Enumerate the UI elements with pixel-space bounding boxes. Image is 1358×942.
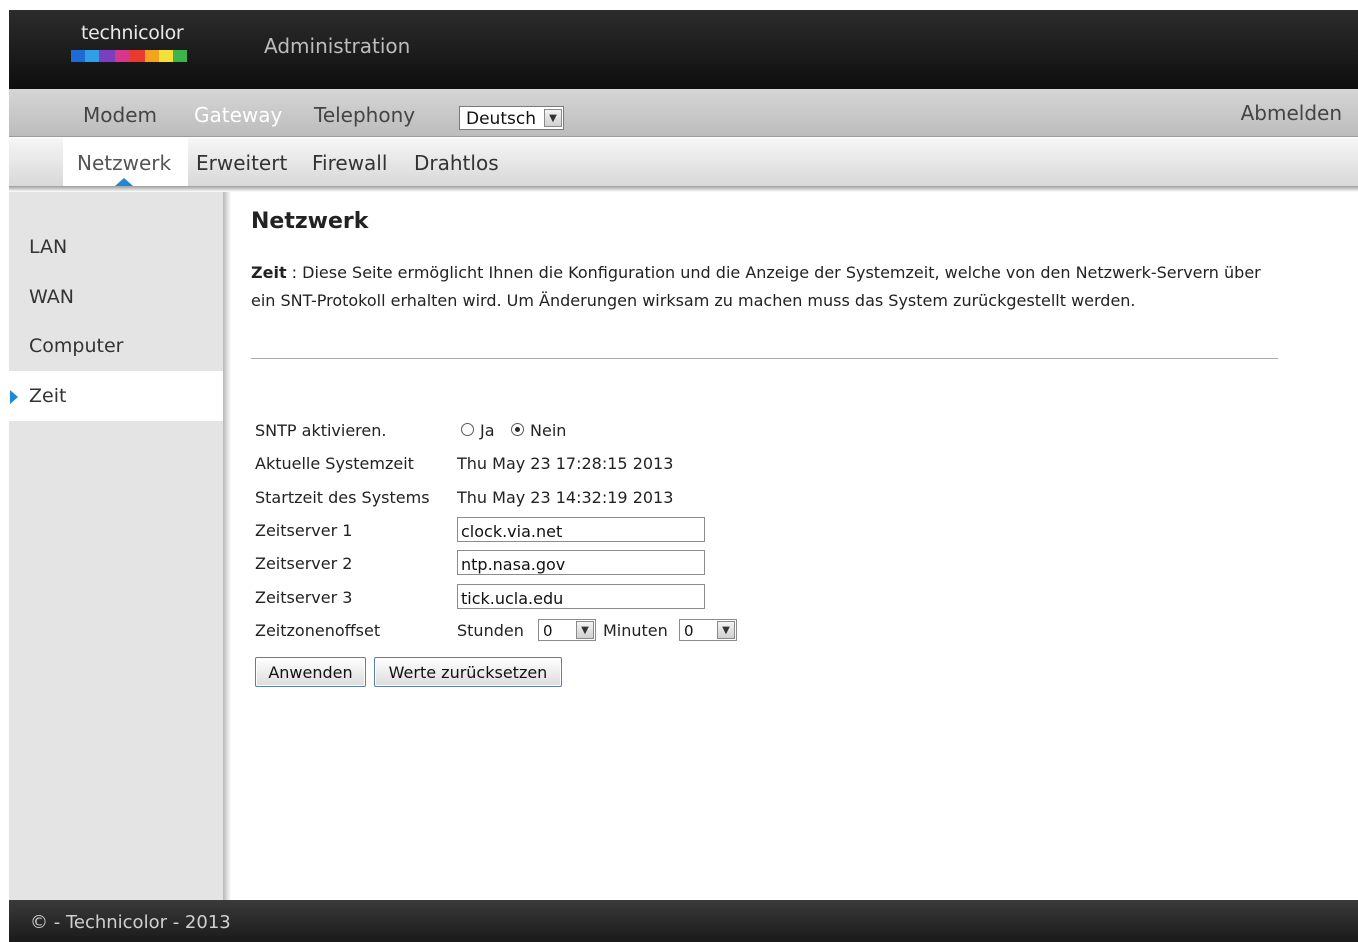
sidebar-item-label: WAN	[29, 286, 74, 308]
sntp-yes-label: Ja	[480, 421, 495, 440]
hours-label: Stunden	[457, 621, 524, 640]
technicolor-logo[interactable]: technicolor	[71, 22, 191, 66]
sidebar-item-lan[interactable]: LAN	[9, 222, 223, 272]
minutes-select-value: 0	[684, 622, 694, 640]
footer-copyright: © - Technicolor - 2013	[30, 912, 231, 933]
current-time-value: Thu May 23 17:28:15 2013	[457, 454, 674, 473]
footer: © - Technicolor - 2013	[9, 900, 1358, 942]
logo-text: technicolor	[81, 22, 184, 44]
chevron-down-icon[interactable]: ▼	[576, 621, 594, 639]
page-header-title: Administration	[264, 34, 411, 58]
sntp-label: SNTP aktivieren.	[255, 421, 387, 440]
current-time-label: Aktuelle Systemzeit	[255, 454, 414, 473]
server3-label: Zeitserver 3	[255, 588, 353, 607]
nav-modem[interactable]: Modem	[83, 103, 157, 127]
sidebar-item-label: Zeit	[29, 385, 67, 407]
apply-button[interactable]: Anwenden	[255, 657, 366, 687]
server2-label: Zeitserver 2	[255, 554, 353, 573]
hours-select[interactable]: 0 ▼	[538, 619, 596, 641]
sidebar-item-wan[interactable]: WAN	[9, 272, 223, 322]
tab-erweitert[interactable]: Erweitert	[196, 151, 287, 175]
sidebar: LAN WAN Computer Zeit	[9, 192, 223, 900]
language-select[interactable]: Deutsch ▼	[459, 106, 564, 130]
tab-drahtlos[interactable]: Drahtlos	[414, 151, 499, 175]
top-header: technicolor Administration	[9, 10, 1358, 89]
description-keyword: Zeit	[251, 263, 287, 282]
tab-netzwerk-label: Netzwerk	[77, 151, 172, 175]
start-time-label: Startzeit des Systems	[255, 488, 430, 507]
reset-values-button[interactable]: Werte zurücksetzen	[374, 657, 562, 687]
tab-netzwerk[interactable]: Netzwerk	[63, 138, 188, 186]
sntp-no-radio[interactable]	[511, 423, 524, 436]
sidebar-item-label: LAN	[29, 236, 68, 258]
active-arrow-icon	[10, 390, 18, 404]
start-time-value: Thu May 23 14:32:19 2013	[457, 488, 674, 507]
tab-firewall[interactable]: Firewall	[312, 151, 387, 175]
server1-input[interactable]: clock.via.net	[457, 517, 705, 542]
main-navigation: Modem Gateway Telephony Deutsch ▼ Abmeld…	[9, 89, 1358, 137]
chevron-down-icon[interactable]: ▼	[544, 109, 562, 127]
language-select-value: Deutsch	[466, 109, 536, 129]
active-caret-icon	[115, 178, 133, 186]
nav-gateway[interactable]: Gateway	[194, 103, 282, 127]
chevron-down-icon[interactable]: ▼	[717, 621, 735, 639]
logout-link[interactable]: Abmelden	[1241, 101, 1342, 125]
minutes-select[interactable]: 0 ▼	[679, 619, 737, 641]
sidebar-item-label: Computer	[29, 335, 124, 357]
nav-telephony[interactable]: Telephony	[314, 103, 415, 127]
sub-navigation: Netzwerk Erweitert Firewall Drahtlos	[9, 138, 1358, 186]
sntp-no-label: Nein	[530, 421, 567, 440]
page-title: Netzwerk	[251, 209, 369, 234]
content-divider	[251, 358, 1278, 359]
server1-label: Zeitserver 1	[255, 521, 353, 540]
minutes-label: Minuten	[603, 621, 668, 640]
hours-select-value: 0	[543, 622, 553, 640]
timezone-offset-label: Zeitzonenoffset	[255, 621, 381, 640]
sntp-yes-radio[interactable]	[461, 423, 474, 436]
sidebar-shadow	[223, 192, 231, 900]
page-description: Zeit : Diese Seite ermöglicht Ihnen die …	[251, 259, 1281, 315]
server2-input[interactable]: ntp.nasa.gov	[457, 550, 705, 575]
server3-input[interactable]: tick.ucla.edu	[457, 584, 705, 609]
sidebar-item-computer[interactable]: Computer	[9, 321, 223, 371]
logo-color-bar	[71, 50, 187, 62]
sidebar-item-zeit[interactable]: Zeit	[9, 371, 223, 421]
description-text: : Diese Seite ermöglicht Ihnen die Konfi…	[251, 263, 1261, 310]
router-admin-window: technicolor Administration Modem Gateway…	[9, 10, 1358, 942]
